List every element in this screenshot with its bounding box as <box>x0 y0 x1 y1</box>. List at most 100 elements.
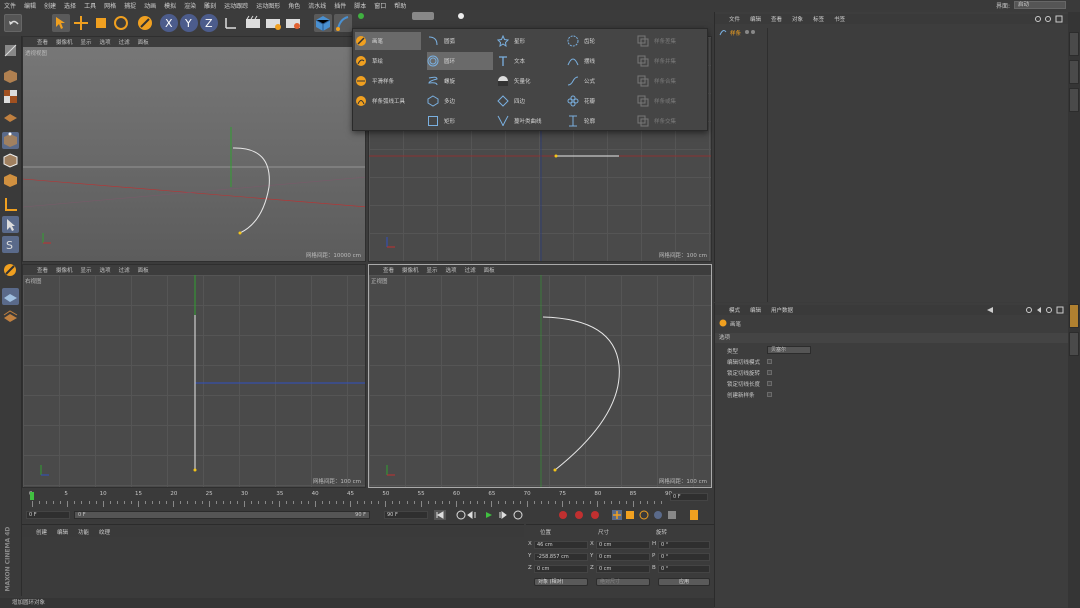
om-menu-edit[interactable]: 编辑 <box>750 15 761 23</box>
vp-menu-panel[interactable]: 面板 <box>484 266 495 274</box>
mm-menu-create[interactable]: 创建 <box>36 528 47 536</box>
arc-item[interactable]: 圆弧 <box>427 32 493 50</box>
x-axis-lock-icon[interactable]: X <box>160 14 178 32</box>
om-menu-tags[interactable]: 标签 <box>813 15 824 23</box>
menu-item[interactable]: 工具 <box>84 1 96 10</box>
option-edit-tangent-checkbox[interactable] <box>767 359 772 364</box>
frame-range-slider[interactable]: 0 F 90 F <box>74 511 370 519</box>
right-viewport[interactable]: 查看 摄像机 显示 选项 过滤 面板 右视图 网格间距：100 cm <box>22 264 366 488</box>
front-canvas[interactable] <box>369 275 711 487</box>
cycloid-item[interactable]: 摆线 <box>567 52 633 70</box>
om-menu-file[interactable]: 文件 <box>729 15 740 23</box>
star-item[interactable]: 星形 <box>496 32 563 50</box>
object-name[interactable]: 样条 <box>730 29 741 37</box>
menu-item[interactable]: 模拟 <box>164 1 176 10</box>
render-view-icon[interactable] <box>244 14 262 32</box>
undo-icon[interactable] <box>4 14 22 32</box>
menu-item[interactable]: 脚本 <box>354 1 366 10</box>
rot-h-field[interactable]: 0 ° <box>658 541 710 549</box>
keyframe-filter-icons[interactable] <box>612 510 702 520</box>
perspective-viewport[interactable]: 查看 摄像机 显示 选项 过滤 面板 透视视图 网格间距：10000 cm <box>22 36 366 262</box>
tweak-icon[interactable] <box>2 216 19 233</box>
menu-item[interactable]: 雕刻 <box>204 1 216 10</box>
cogwheel-item[interactable]: 齿轮 <box>567 32 633 50</box>
menu-item[interactable]: 插件 <box>334 1 346 10</box>
side-tab-content[interactable] <box>1069 60 1079 84</box>
rotate-icon[interactable] <box>112 14 130 32</box>
enable-axis-icon[interactable] <box>2 196 19 213</box>
text-item[interactable]: 文本 <box>497 52 563 70</box>
option-lock-length-checkbox[interactable] <box>767 381 772 386</box>
menu-item[interactable]: 渲染 <box>184 1 196 10</box>
am-menu-mode[interactable]: 模式 <box>729 306 740 314</box>
vp-menu-filter[interactable]: 过滤 <box>119 38 130 46</box>
am-menu-edit[interactable]: 编辑 <box>750 306 761 314</box>
pos-z-field[interactable]: 0 cm <box>534 565 588 573</box>
circle-item[interactable]: 圆环 <box>427 52 493 70</box>
four-side-item[interactable]: 四边 <box>497 92 563 110</box>
helix-item[interactable]: 螺旋 <box>427 72 493 90</box>
front-viewport[interactable]: 查看 摄像机 显示 选项 过滤 面板 正视图 网格间距：100 cm <box>368 264 712 488</box>
size-z-field[interactable]: 0 cm <box>596 565 650 573</box>
rectangle-item[interactable]: 矩形 <box>427 112 493 130</box>
flower-item[interactable]: 花瓣 <box>567 92 633 110</box>
option-lock-rotation-checkbox[interactable] <box>767 370 772 375</box>
current-frame-field[interactable]: 0 F <box>670 493 708 501</box>
end-frame-field[interactable]: 90 F <box>384 511 428 519</box>
make-editable-icon[interactable] <box>2 42 19 59</box>
quantize-icon[interactable] <box>2 262 19 279</box>
am-menu-userdata[interactable]: 用户数据 <box>771 306 793 314</box>
side-tab-attributes[interactable] <box>1069 304 1079 328</box>
vp-menu-display[interactable]: 显示 <box>81 38 92 46</box>
right-canvas[interactable] <box>23 275 365 487</box>
vp-menu-filter[interactable]: 过滤 <box>119 266 130 274</box>
pen-tool-item[interactable]: 画笔 <box>355 32 421 50</box>
object-row-spline[interactable]: 样条 <box>719 28 758 38</box>
lock-workplane-icon[interactable] <box>2 288 19 305</box>
side-tab-layers[interactable] <box>1069 332 1079 356</box>
vp-menu-view[interactable]: 查看 <box>37 266 48 274</box>
layout-dropdown[interactable]: 启动 <box>1014 1 1066 9</box>
perspective-canvas[interactable] <box>23 47 365 261</box>
vp-menu-panel[interactable]: 面板 <box>138 266 149 274</box>
start-frame-field[interactable]: 0 F <box>26 511 70 519</box>
timeline-ruler[interactable]: 051015202530354045505560657075808590 0 F <box>22 490 714 508</box>
cissoid-item[interactable]: 蔓叶类曲线 <box>497 112 567 130</box>
options-section-header[interactable]: 选项 <box>715 333 1069 343</box>
visibility-toggle-icon[interactable] <box>744 29 758 37</box>
vectorizer-item[interactable]: 矢量化 <box>497 72 563 90</box>
menu-item[interactable]: 窗口 <box>374 1 386 10</box>
vp-menu-options[interactable]: 选项 <box>100 38 111 46</box>
vp-menu-camera[interactable]: 摄像机 <box>56 266 73 274</box>
vp-menu-options[interactable]: 选项 <box>446 266 457 274</box>
scale-icon[interactable] <box>92 14 110 32</box>
om-menu-objects[interactable]: 对象 <box>792 15 803 23</box>
playhead[interactable] <box>30 492 34 500</box>
formula-item[interactable]: 公式 <box>567 72 633 90</box>
spline-arc-tool-item[interactable]: 样条弧线工具 <box>355 92 425 110</box>
menu-item[interactable]: 运动跟踪 <box>224 1 248 10</box>
points-mode-icon[interactable] <box>2 132 19 149</box>
z-axis-lock-icon[interactable]: Z <box>200 14 218 32</box>
pos-y-field[interactable]: -258.857 cm <box>534 553 588 561</box>
menu-item[interactable]: 编辑 <box>24 1 36 10</box>
record-keys-icons[interactable] <box>558 510 604 520</box>
pos-x-field[interactable]: 46 cm <box>534 541 588 549</box>
render-to-picture-viewer-icon[interactable] <box>264 14 282 32</box>
polygon-item[interactable]: 多边 <box>427 92 493 110</box>
search-icon[interactable] <box>1034 15 1064 23</box>
side-tab-objects[interactable] <box>1069 32 1079 56</box>
apply-button[interactable]: 应用 <box>658 578 710 586</box>
planar-workplane-icon[interactable] <box>2 308 19 325</box>
pen-spline-icon[interactable] <box>334 14 352 32</box>
om-menu-view[interactable]: 查看 <box>771 15 782 23</box>
go-to-start-icon[interactable] <box>434 510 446 520</box>
vp-menu-camera[interactable]: 摄像机 <box>56 38 73 46</box>
polygons-mode-icon[interactable] <box>2 172 19 189</box>
rot-b-field[interactable]: 0 ° <box>658 565 710 573</box>
back-arrow-icon[interactable] <box>985 306 995 314</box>
vp-menu-camera[interactable]: 摄像机 <box>402 266 419 274</box>
light-icon[interactable] <box>456 12 466 20</box>
nurbs-icon[interactable] <box>354 12 368 20</box>
rot-p-field[interactable]: 0 ° <box>658 553 710 561</box>
